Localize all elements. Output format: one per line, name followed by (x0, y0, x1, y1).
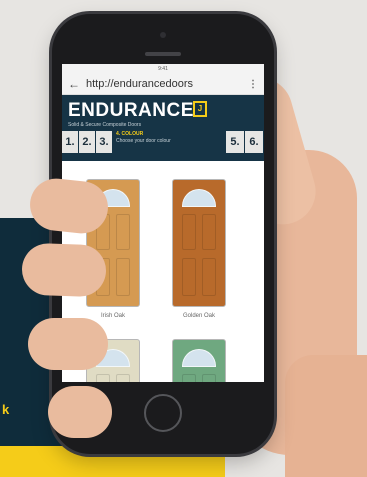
door-panel (182, 374, 196, 382)
door-panel (182, 258, 196, 296)
url-field[interactable]: http://endurancedoors (86, 78, 248, 90)
door-panel (116, 214, 130, 250)
browser-address-bar[interactable]: ← http://endurancedoors ⋮ (62, 74, 264, 95)
step-1-tab[interactable]: 1. (62, 131, 78, 153)
door-glass-fan (182, 189, 216, 207)
door-panel (202, 258, 216, 296)
hand-wrist (285, 355, 367, 477)
active-step-subtitle: Choose your door colour (116, 138, 171, 144)
door-glass-fan (182, 349, 216, 367)
status-bar: 9:41 (62, 64, 264, 74)
finger (28, 318, 108, 370)
logo-mark-icon: J (193, 101, 207, 117)
site-header: ENDURANCE J Solid & Secure Composite Doo… (62, 95, 264, 161)
step-navigation: 1. 2. 3. 4. COLOUR Choose your door colo… (62, 131, 264, 153)
door-option-golden-oak[interactable] (172, 179, 226, 307)
step-2-tab[interactable]: 2. (79, 131, 95, 153)
step-3-tab[interactable]: 3. (96, 131, 112, 153)
browser-menu-icon[interactable]: ⋮ (248, 79, 258, 90)
background-text-fragment: k (2, 402, 10, 417)
door-caption-irish-oak: Irish Oak (100, 313, 125, 319)
earpiece-speaker (145, 52, 181, 56)
door-panel (96, 374, 110, 382)
step-5-tab[interactable]: 5. (226, 131, 244, 153)
home-button[interactable] (144, 394, 182, 432)
door-caption-golden-oak: Golden Oak (182, 313, 216, 319)
door-panel (116, 258, 130, 296)
door-panel (202, 214, 216, 250)
site-tagline: Solid & Secure Composite Doors (68, 122, 142, 128)
door-panel (182, 214, 196, 250)
finger (21, 242, 107, 298)
door-option-green[interactable] (172, 339, 226, 382)
finger (48, 386, 112, 438)
back-arrow-icon[interactable]: ← (68, 77, 82, 91)
front-camera (160, 32, 166, 38)
site-logo[interactable]: ENDURANCE (68, 100, 194, 122)
step-6-tab[interactable]: 6. (245, 131, 263, 153)
active-step-label: 4. COLOUR (116, 131, 144, 137)
step-4-colour-tab[interactable]: 4. COLOUR Choose your door colour (113, 131, 225, 153)
status-time: 9:41 (158, 66, 168, 72)
door-panel (116, 374, 130, 382)
door-panel (202, 374, 216, 382)
